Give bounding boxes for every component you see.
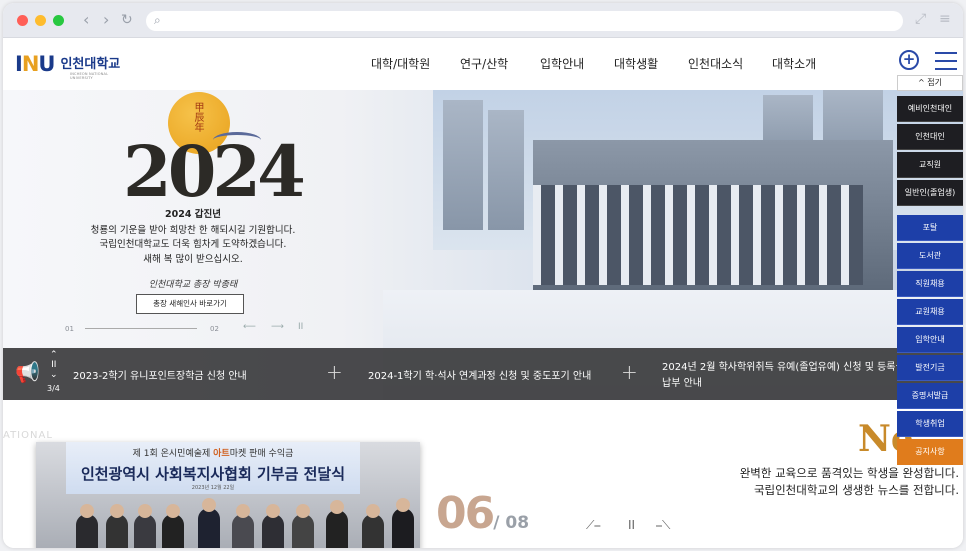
nav-item[interactable]: 대학소개	[772, 55, 816, 72]
notice-arrows[interactable]: ⌃ II ⌄	[50, 350, 58, 380]
notice-bar: 📢 ⌃ II ⌄ 3/4 2023-2학기 유니포인트장학금 신청 안내 + 202…	[3, 348, 963, 400]
news-photo[interactable]: 제 1회 온시민예술제 아트마켓 판매 수익금 인천광역시 사회복지사협회 기부…	[36, 442, 420, 548]
quick-link[interactable]: 포탈	[897, 215, 963, 241]
news-section: ATIONAL 제 1회 온시민예술제 아트마켓 판매 수익금 인천광역시 사회…	[3, 400, 963, 548]
site-logo[interactable]: INU 인천대학교 INCHEON NATIONAL UNIVERSITY	[15, 50, 121, 80]
browser-chrome: ‹ › ↻ ⌕ ⤢ ≡	[3, 3, 963, 38]
next-arrow-icon[interactable]: ⎯⟍	[656, 518, 670, 533]
quick-link[interactable]: 교원채용	[897, 299, 963, 325]
quick-link-notice[interactable]: 공지사항	[897, 439, 963, 465]
back-icon[interactable]: ‹	[83, 10, 89, 30]
plus-icon[interactable]: +	[621, 360, 638, 384]
pager-total: 02	[210, 325, 219, 333]
nav-item[interactable]: 대학/대학원	[371, 55, 430, 72]
quick-link[interactable]: 입학안내	[897, 327, 963, 353]
quick-link[interactable]: 직원채용	[897, 271, 963, 297]
greeting-title: 2024 갑진년	[165, 209, 221, 220]
quick-link[interactable]: 일반인(졸업생)	[897, 180, 963, 206]
news-description: 완벽한 교육으로 품격있는 학생을 완성합니다. 국립인천대학교의 생생한 뉴스…	[739, 466, 959, 497]
hero-slider: 甲辰年 2024 2024 갑진년 청룡의 기운을 받아 희망찬 한 해되시길 …	[3, 90, 963, 400]
banner-line2: 인천광역시 사회복지사협회 기부금 전달식	[80, 465, 346, 483]
nav-item[interactable]: 인천대소식	[688, 55, 743, 72]
background-tower	[488, 110, 524, 230]
quick-link[interactable]: 발전기금	[897, 355, 963, 381]
nav-item[interactable]: 입학안내	[540, 55, 584, 72]
greeting-line: 청룡의 기운을 받아 희망찬 한 해되시길 기원합니다.	[90, 224, 296, 236]
pause-icon[interactable]: II	[298, 322, 303, 332]
notice-item[interactable]: 2023-2학기 유니포인트장학금 신청 안내	[73, 367, 247, 382]
greeting-line: 국립인천대학교도 더욱 힘차게 도약하겠습니다.	[99, 239, 287, 250]
plus-icon[interactable]: +	[326, 360, 343, 384]
greeting-text: 2024 갑진년 청룡의 기운을 받아 희망찬 한 해되시길 기원합니다. 국립…	[63, 208, 323, 267]
nav-item[interactable]: 대학생활	[614, 55, 658, 72]
notice-item[interactable]: 2024-1학기 학·석사 연계과정 신청 및 중도포기 안내	[368, 367, 591, 382]
nav-item[interactable]: 연구/산학	[460, 55, 508, 72]
banner-line1: 제 1회 온시민예술제 아트마켓 판매 수익금	[132, 449, 294, 459]
close-dot[interactable]	[17, 15, 28, 26]
prev-arrow-icon[interactable]: ⟋⎯	[586, 518, 600, 533]
building-colonnade	[533, 185, 863, 285]
notice-item[interactable]: 2024년 2월 학사학위취득 유예(졸업유예) 신청 및 등록금	[662, 358, 905, 373]
menu-icon[interactable]: ≡	[939, 11, 951, 27]
pager-progress	[85, 328, 197, 329]
search-icon: ⌕	[154, 13, 161, 27]
quick-link[interactable]: 학생취업	[897, 411, 963, 437]
megaphone-icon: 📢	[15, 360, 40, 384]
minimize-dot[interactable]	[35, 15, 46, 26]
group-photo	[76, 498, 416, 548]
quick-link[interactable]: 증명서발급	[897, 383, 963, 409]
prev-arrow-icon[interactable]: ⟵	[243, 322, 256, 332]
greeting-line: 새해 복 많이 받으십시오.	[143, 253, 243, 265]
watermark-text: ATIONAL	[3, 430, 53, 441]
notice-item-cont[interactable]: 납부 안내	[662, 374, 702, 389]
address-bar[interactable]: ⌕	[146, 11, 903, 31]
greeting-button[interactable]: 총장 새해인사 바로가기	[136, 294, 244, 314]
notice-counter: 3/4	[47, 384, 60, 393]
next-arrow-icon[interactable]: ⟶	[271, 322, 284, 332]
logo-mark: INU	[15, 52, 55, 76]
quick-link[interactable]: 예비인천대인	[897, 96, 963, 122]
dragon-icon	[213, 132, 261, 148]
browser-window: ‹ › ↻ ⌕ ⤢ ≡ INU 인천대학교 INCHEON NATIONAL U…	[3, 3, 963, 548]
banner-line3: 2023년 12월 22일	[191, 485, 235, 491]
quick-menu-fold-button[interactable]: ^ 접기	[897, 75, 963, 91]
quick-link[interactable]: 인천대인	[897, 124, 963, 150]
quick-link[interactable]: 교직원	[897, 152, 963, 178]
forward-icon[interactable]: ›	[103, 10, 109, 30]
hamburger-menu-icon[interactable]	[935, 52, 957, 76]
pager-current: 01	[65, 325, 74, 333]
zoom-plus-icon[interactable]: +	[899, 50, 919, 70]
hero-year: 2024	[123, 130, 306, 213]
background-tower	[443, 100, 483, 230]
event-banner: 제 1회 온시민예술제 아트마켓 판매 수익금 인천광역시 사회복지사협회 기부…	[66, 442, 360, 494]
slide-counter: 06/ 08	[436, 488, 530, 539]
quick-link[interactable]: 도서관	[897, 243, 963, 269]
president-signature: 인천대학교 총장 박종태	[148, 280, 238, 290]
site-header: INU 인천대학교 INCHEON NATIONAL UNIVERSITY 대학…	[3, 38, 963, 90]
expand-icon[interactable]: ⤢	[915, 11, 926, 27]
logo-text: 인천대학교	[60, 56, 121, 72]
pause-icon[interactable]: II	[628, 518, 635, 532]
maximize-dot[interactable]	[53, 15, 64, 26]
reload-icon[interactable]: ↻	[121, 10, 133, 30]
logo-eng: INCHEON NATIONAL UNIVERSITY	[70, 72, 109, 80]
